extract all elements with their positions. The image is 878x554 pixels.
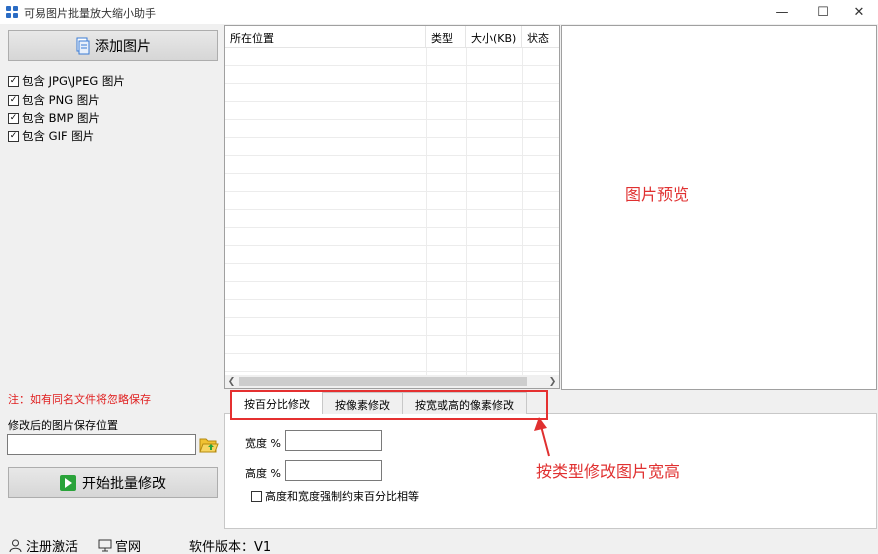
- minimize-button[interactable]: —: [766, 0, 798, 24]
- checkbox-jpg[interactable]: ✓ 包含 JPG\JPEG 图片: [8, 73, 125, 89]
- scroll-left-icon[interactable]: ❮: [225, 375, 238, 388]
- add-images-label: 添加图片: [95, 38, 151, 55]
- folder-open-icon: [199, 438, 219, 453]
- checkbox-png[interactable]: ✓ 包含 PNG 图片: [8, 92, 100, 108]
- checkbox-bmp-label: 包含 BMP 图片: [22, 111, 101, 125]
- checkbox-bmp[interactable]: ✓ 包含 BMP 图片: [8, 110, 100, 126]
- monitor-icon: [98, 539, 112, 552]
- column-divider: [522, 48, 523, 376]
- window-title: 可易图片批量放大缩小助手: [24, 7, 156, 20]
- scroll-right-icon[interactable]: ❯: [546, 375, 559, 388]
- preview-label: 图片预览: [625, 185, 690, 204]
- save-path-input[interactable]: [7, 434, 196, 455]
- column-divider: [426, 48, 427, 376]
- play-icon: [60, 474, 76, 491]
- title-bar: 可易图片批量放大缩小助手 — ☐ ✕: [0, 0, 878, 24]
- user-icon: [9, 539, 22, 553]
- website-label: 官网: [115, 540, 142, 554]
- checkbox-gif-box[interactable]: ✓: [8, 130, 19, 142]
- version-text: 软件版本：V1: [189, 540, 272, 554]
- checkbox-gif[interactable]: ✓ 包含 GIF 图片: [8, 128, 94, 144]
- checkbox-png-box[interactable]: ✓: [8, 94, 19, 106]
- height-percent-label: 高度 %: [245, 467, 281, 480]
- start-batch-button[interactable]: 开始批量修改: [8, 467, 218, 498]
- close-button[interactable]: ✕: [843, 0, 875, 24]
- lock-ratio-box[interactable]: [251, 490, 262, 502]
- width-percent-input[interactable]: [285, 430, 382, 451]
- scrollbar-thumb[interactable]: [239, 377, 527, 386]
- maximize-button[interactable]: ☐: [807, 0, 839, 24]
- checkbox-bmp-box[interactable]: ✓: [8, 112, 19, 124]
- annotation-arrow-icon: [534, 417, 550, 457]
- register-label: 注册激活: [26, 540, 79, 554]
- lock-ratio-checkbox[interactable]: 高度和宽度强制约束百分比相等: [251, 488, 419, 504]
- checkbox-jpg-box[interactable]: ✓: [8, 75, 19, 87]
- file-list[interactable]: 所在位置 类型 大小(KB) 状态 ❮ ❯: [224, 25, 560, 389]
- website-link[interactable]: 官网: [98, 536, 141, 554]
- add-file-icon: [76, 37, 90, 54]
- app-logo-icon: [6, 6, 18, 18]
- duplicate-note: 注：如有同名文件将忽略保存: [8, 393, 151, 406]
- annotation-text: 按类型修改图片宽高: [536, 462, 681, 481]
- save-location-label: 修改后的图片保存位置: [8, 419, 118, 432]
- height-percent-input[interactable]: [285, 460, 382, 481]
- file-list-header: 所在位置 类型 大小(KB) 状态: [225, 26, 559, 48]
- horizontal-scrollbar[interactable]: ❮ ❯: [225, 375, 559, 388]
- add-images-button[interactable]: 添加图片: [8, 30, 218, 61]
- width-percent-label: 宽度 %: [245, 437, 281, 450]
- browse-folder-button[interactable]: [198, 434, 219, 455]
- checkbox-gif-label: 包含 GIF 图片: [22, 129, 95, 143]
- checkbox-jpg-label: 包含 JPG\JPEG 图片: [22, 74, 125, 88]
- start-batch-label: 开始批量修改: [82, 475, 166, 492]
- tabs-highlight-box: [230, 390, 548, 420]
- register-link[interactable]: 注册激活: [8, 536, 78, 554]
- column-type[interactable]: 类型: [426, 26, 466, 48]
- column-size[interactable]: 大小(KB): [466, 26, 522, 48]
- column-status[interactable]: 状态: [522, 26, 559, 48]
- column-divider: [466, 48, 467, 376]
- file-list-rows: [225, 48, 559, 376]
- checkbox-png-label: 包含 PNG 图片: [22, 93, 100, 107]
- lock-ratio-label: 高度和宽度强制约束百分比相等: [265, 490, 419, 503]
- status-bar: 注册激活 官网 软件版本：V1: [0, 531, 878, 554]
- image-preview-panel: [561, 25, 877, 390]
- column-location[interactable]: 所在位置: [225, 26, 426, 48]
